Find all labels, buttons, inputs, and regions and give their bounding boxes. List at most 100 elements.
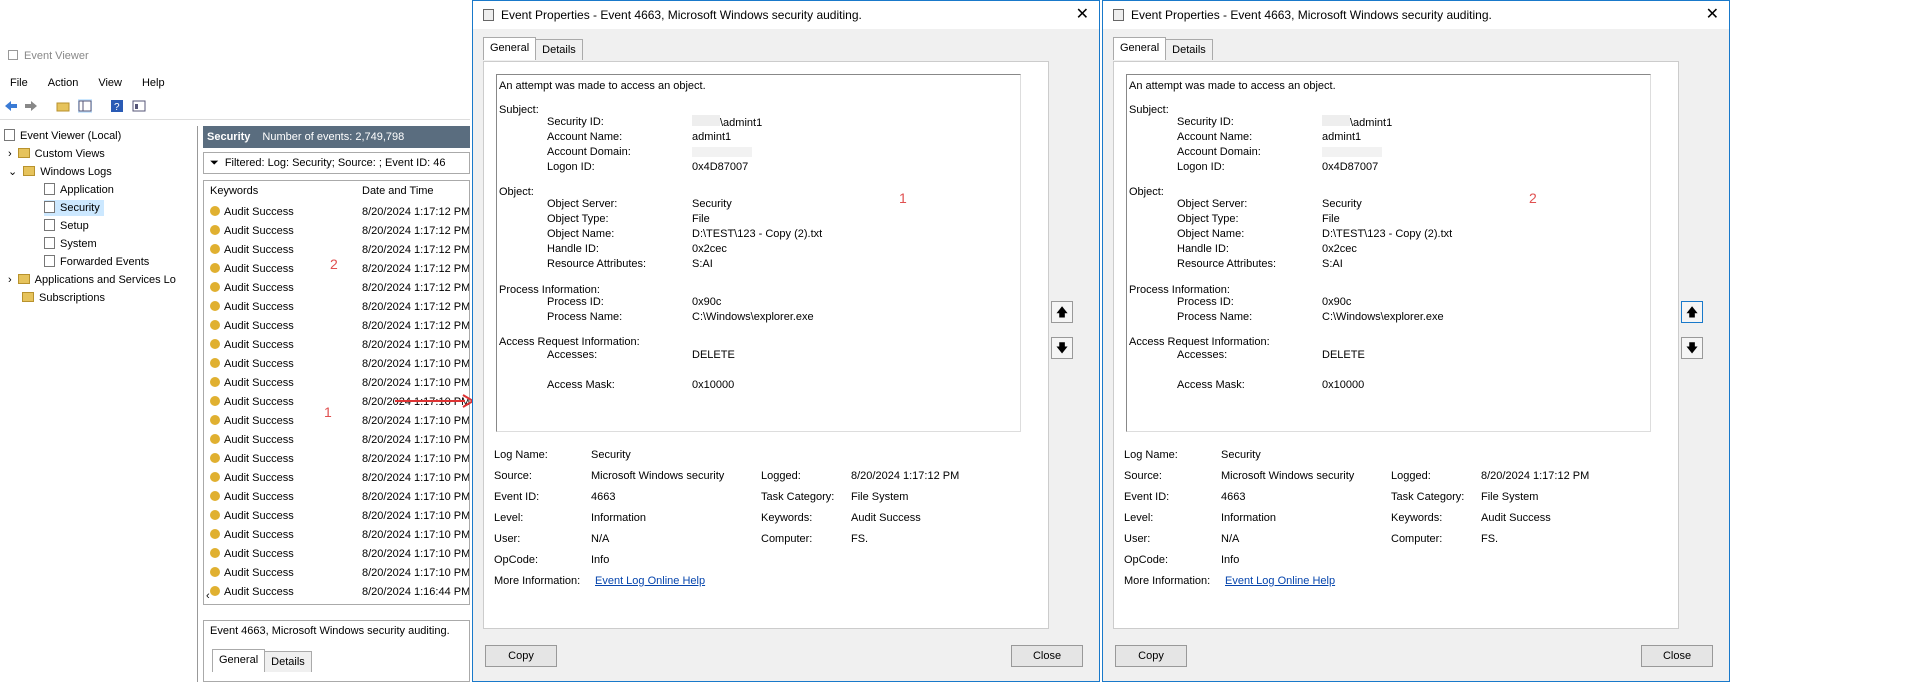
tree-application[interactable]: Application — [44, 182, 114, 198]
table-row[interactable]: Audit Success 8/20/2024 1:17:10 PM — [204, 564, 469, 583]
menu-file[interactable]: File — [10, 74, 28, 92]
column-keywords[interactable]: Keywords — [210, 183, 258, 199]
copy-button[interactable]: Copy — [1115, 645, 1187, 667]
object-server-label: Object Server: — [1177, 198, 1248, 210]
date-time-cell: 8/20/2024 1:17:12 PM — [362, 225, 470, 237]
key-icon — [210, 415, 220, 425]
tree-event-viewer-local[interactable]: Event Viewer (Local) — [4, 128, 121, 144]
previous-event-button[interactable]: 🡅 — [1681, 301, 1703, 323]
task-category-label: Task Category: — [761, 491, 835, 503]
general-pane: An attempt was made to access an object.… — [483, 61, 1049, 629]
next-event-button[interactable]: 🡇 — [1051, 337, 1073, 359]
expand-chevron-icon[interactable]: › — [8, 148, 12, 160]
table-row[interactable]: Audit Success 8/20/2024 1:17:10 PM — [204, 450, 469, 469]
copy-button[interactable]: Copy — [485, 645, 557, 667]
table-row[interactable]: Audit Success 8/20/2024 1:17:12 PM — [204, 298, 469, 317]
key-icon — [210, 301, 220, 311]
date-time-cell: 8/20/2024 1:17:10 PM — [362, 529, 470, 541]
tree-forwarded-events[interactable]: Forwarded Events — [44, 254, 149, 270]
resource-attributes-value: S:AI — [1322, 258, 1343, 270]
forward-arrow-icon[interactable] — [24, 99, 38, 113]
show-tree-icon[interactable] — [78, 99, 92, 113]
object-type-value: File — [1322, 213, 1340, 225]
tab-details[interactable]: Details — [535, 39, 583, 60]
log-name-value: Security — [591, 449, 631, 461]
opcode-label: OpCode: — [1124, 554, 1169, 566]
table-row[interactable]: Audit Success 8/20/2024 1:17:10 PM — [204, 469, 469, 488]
menu-action[interactable]: Action — [48, 74, 79, 92]
tree-security[interactable]: Security — [44, 200, 104, 216]
keywords-cell: Audit Success — [224, 263, 294, 275]
access-mask-value: 0x10000 — [1322, 379, 1365, 391]
table-row[interactable]: Audit Success 8/20/2024 1:17:10 PM — [204, 374, 469, 393]
event-properties-dialog-1: Event Properties - Event 4663, Microsoft… — [472, 0, 1100, 682]
table-row[interactable]: Audit Success 8/20/2024 1:17:10 PM — [204, 488, 469, 507]
logged-value: 8/20/2024 1:17:12 PM — [851, 470, 960, 482]
tree-custom-views[interactable]: › Custom Views — [8, 146, 105, 162]
table-row[interactable]: Audit Success 8/20/2024 1:17:10 PM — [204, 355, 469, 374]
process-name-value: C:\Windows\explorer.exe — [1322, 311, 1444, 323]
svg-text:?: ? — [114, 102, 120, 113]
level-label: Level: — [494, 512, 524, 524]
table-row[interactable]: Audit Success 8/20/2024 1:17:12 PM — [204, 203, 469, 222]
next-event-button[interactable]: 🡇 — [1681, 337, 1703, 359]
previous-event-button[interactable]: 🡅 — [1051, 301, 1073, 323]
source-label: Source: — [494, 470, 532, 482]
table-row[interactable]: Audit Success 8/20/2024 1:17:10 PM — [204, 412, 469, 431]
tree-setup[interactable]: Setup — [44, 218, 89, 234]
tab-general[interactable]: General — [1113, 37, 1167, 60]
tree-subscriptions[interactable]: Subscriptions — [22, 290, 105, 306]
menu-view[interactable]: View — [98, 74, 122, 92]
table-row[interactable]: Audit Success 8/20/2024 1:16:44 PM — [204, 583, 469, 602]
tree-apps-services[interactable]: › Applications and Services Lo — [8, 272, 176, 288]
table-row[interactable]: Audit Success 8/20/2024 1:17:12 PM — [204, 279, 469, 298]
close-button[interactable]: Close — [1641, 645, 1713, 667]
menu-help[interactable]: Help — [142, 74, 165, 92]
preview-tab-details[interactable]: Details — [264, 651, 312, 672]
event-log-online-help-link[interactable]: Event Log Online Help — [595, 574, 705, 589]
collapse-chevron-icon[interactable]: ⌄ — [8, 166, 17, 178]
action-pane-icon[interactable] — [132, 99, 146, 113]
help-icon[interactable]: ? — [110, 99, 124, 113]
key-icon — [210, 206, 220, 216]
event-log-online-help-link[interactable]: Event Log Online Help — [1225, 574, 1335, 589]
close-button[interactable]: Close — [1011, 645, 1083, 667]
access-mask-label: Access Mask: — [1177, 379, 1245, 391]
tab-details[interactable]: Details — [1165, 39, 1213, 60]
back-arrow-icon[interactable] — [4, 99, 18, 113]
close-icon[interactable]: ✕ — [1076, 1, 1089, 29]
source-label: Source: — [1124, 470, 1162, 482]
tree-system[interactable]: System — [44, 236, 97, 252]
tree-windows-logs[interactable]: ⌄ Windows Logs — [8, 164, 112, 180]
keywords-cell: Audit Success — [224, 282, 294, 294]
user-value: N/A — [1221, 533, 1240, 545]
scroll-left-icon[interactable]: ‹ — [206, 590, 210, 602]
up-folder-icon[interactable] — [56, 99, 70, 113]
account-name-value: admint1 — [692, 131, 732, 143]
tab-general[interactable]: General — [483, 37, 537, 60]
accesses-label: Accesses: — [1177, 349, 1228, 361]
keywords-cell: Audit Success — [224, 206, 294, 218]
window-title: Event Viewer — [8, 50, 89, 62]
log-name-label: Log Name: — [494, 449, 548, 461]
table-row[interactable]: Audit Success 8/20/2024 1:17:10 PM — [204, 526, 470, 545]
task-category-value: File System — [1481, 491, 1539, 503]
keywords-label: Keywords: — [761, 512, 813, 524]
table-row[interactable]: Audit Success 8/20/2024 1:17:12 PM — [204, 317, 469, 336]
expand-chevron-icon[interactable]: › — [8, 274, 12, 286]
table-row[interactable]: Audit Success 8/20/2024 1:17:10 PM — [204, 507, 469, 526]
annotation: 1 — [899, 190, 907, 206]
table-row[interactable]: Audit Success 8/20/2024 1:17:10 PM — [204, 545, 469, 564]
close-icon[interactable]: ✕ — [1706, 1, 1719, 29]
user-label: User: — [1124, 533, 1151, 545]
subject-heading: Subject: — [499, 104, 539, 116]
accesses-value: DELETE — [1322, 349, 1365, 361]
table-row[interactable]: Audit Success 8/20/2024 1:17:10 PM — [204, 336, 469, 355]
keywords-cell: Audit Success — [224, 453, 294, 465]
preview-tab-general[interactable]: General — [212, 649, 266, 672]
security-id-value: \admint1 — [1322, 115, 1392, 131]
column-date-time[interactable]: Date and Time — [362, 183, 434, 199]
table-row[interactable]: Audit Success 8/20/2024 1:17:10 PM — [204, 431, 469, 450]
table-row[interactable]: Audit Success 8/20/2024 1:17:12 PM — [204, 222, 470, 241]
level-value: Information — [591, 512, 647, 524]
